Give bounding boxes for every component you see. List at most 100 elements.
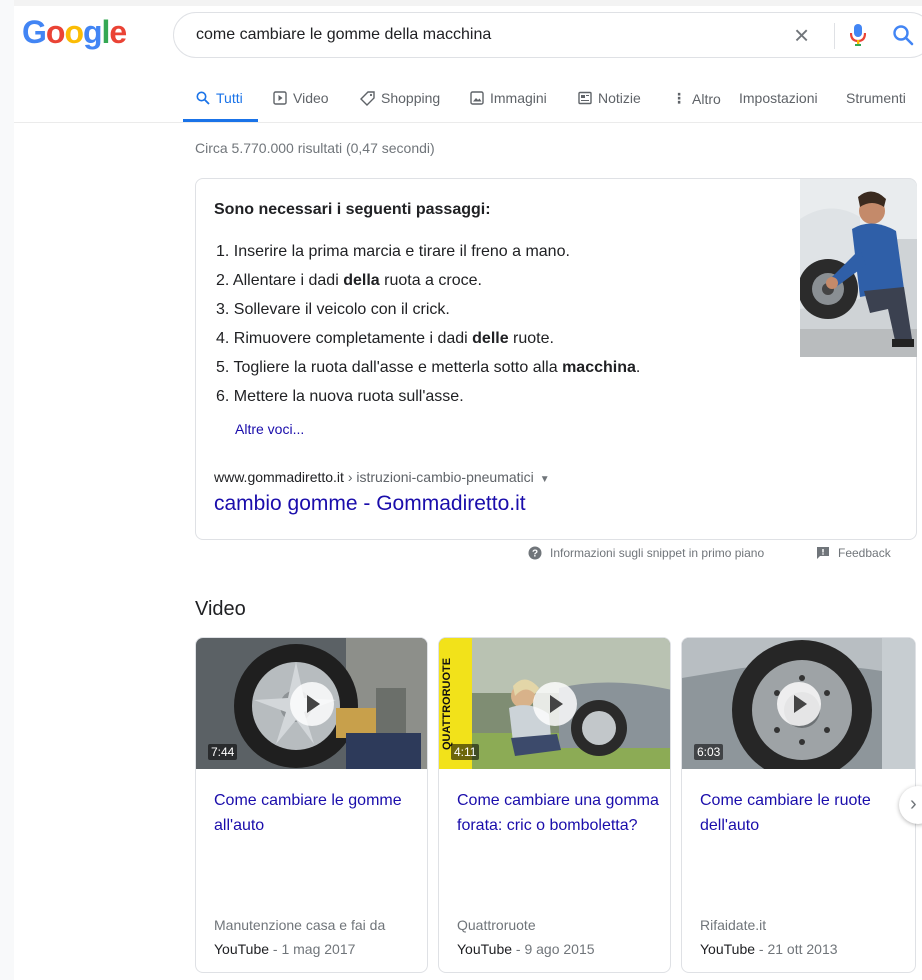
step-number: 3. xyxy=(216,301,230,318)
video-source-name: YouTube xyxy=(457,941,513,957)
google-logo[interactable]: Google xyxy=(22,14,127,51)
tab-notizie[interactable]: Notizie xyxy=(578,90,641,106)
tab-label: Impostazioni xyxy=(739,90,818,106)
logo-letter: l xyxy=(101,14,111,50)
tab-shopping[interactable]: Shopping xyxy=(360,90,440,106)
step-text: Rimuovere completamente i dadi xyxy=(233,330,473,347)
video-title-link[interactable]: Come cambiare le gomme all'auto xyxy=(214,788,419,838)
left-margin xyxy=(0,0,14,980)
tab-label: Video xyxy=(293,90,329,106)
tag-icon xyxy=(360,90,375,106)
tab-altro[interactable]: ⋮ Altro xyxy=(672,90,721,107)
step-number: 5. xyxy=(216,359,230,376)
tab-label: Shopping xyxy=(381,90,441,106)
video-source: YouTube - 9 ago 2015 xyxy=(457,941,595,957)
step-number: 6. xyxy=(216,388,230,405)
video-card[interactable]: 7:44 Come cambiare le gomme all'auto Man… xyxy=(195,637,428,973)
snippet-heading: Sono necessari i seguenti passaggi: xyxy=(214,201,491,218)
close-icon[interactable]: × xyxy=(794,22,809,48)
search-box[interactable]: come cambiare le gomme della macchina × xyxy=(173,12,922,58)
list-item: 4. Rimuovere completamente i dadi delle … xyxy=(216,324,640,353)
tab-video[interactable]: Video xyxy=(273,90,329,106)
video-channel: Quattroruote xyxy=(457,917,536,933)
step-text: Sollevare il veicolo con il crick. xyxy=(233,301,450,318)
play-icon[interactable] xyxy=(532,681,577,726)
microphone-icon[interactable] xyxy=(849,23,867,52)
step-text: ruote. xyxy=(508,330,554,347)
video-channel: Rifaidate.it xyxy=(700,917,767,933)
snippet-steps: 1. Inserire la prima marcia e tirare il … xyxy=(216,237,640,411)
image-icon xyxy=(470,91,484,105)
play-icon[interactable] xyxy=(776,681,821,726)
step-text: Mettere la nuova ruota sull'asse. xyxy=(233,388,464,405)
tab-impostazioni[interactable]: Impostazioni xyxy=(739,90,818,106)
divider xyxy=(834,23,835,49)
feedback-icon xyxy=(817,547,829,559)
video-duration: 6:03 xyxy=(694,744,724,760)
tabs-divider xyxy=(14,122,922,123)
featured-snippet: Sono necessari i seguenti passaggi: 1. I… xyxy=(195,178,917,540)
video-source: YouTube - 1 mag 2017 xyxy=(214,941,355,957)
step-text: Togliere la ruota dall'asse e metterla s… xyxy=(233,359,563,376)
tab-immagini[interactable]: Immagini xyxy=(470,90,547,106)
video-date: - 1 mag 2017 xyxy=(269,941,356,957)
svg-text:?: ? xyxy=(532,549,538,560)
video-source: YouTube - 21 ott 2013 xyxy=(700,941,838,957)
logo-letter: G xyxy=(22,14,47,50)
video-title-link[interactable]: Come cambiare le ruote dell'auto xyxy=(700,788,905,838)
more-items-link[interactable]: Altre voci... xyxy=(235,421,304,437)
video-duration: 7:44 xyxy=(208,744,238,760)
list-item: 2. Allentare i dadi della ruota a croce. xyxy=(216,266,640,295)
caret-down-icon[interactable]: ▼ xyxy=(540,474,550,485)
logo-letter: o xyxy=(64,14,84,50)
tab-label: Notizie xyxy=(598,90,641,106)
step-text: . xyxy=(635,359,641,376)
cite-path: › istruzioni-cambio-pneumatici xyxy=(343,469,534,485)
step-text: Inserire la prima marcia e tirare il fre… xyxy=(233,243,570,260)
video-thumbnail[interactable]: 7:44 xyxy=(196,638,427,769)
list-item: 5. Togliere la ruota dall'asse e metterl… xyxy=(216,353,640,382)
video-duration: 4:11 xyxy=(451,744,480,760)
search-icon xyxy=(196,91,210,105)
video-section-heading: Video xyxy=(195,598,246,620)
tab-tutti[interactable]: Tutti xyxy=(196,90,243,106)
snippet-cite[interactable]: www.gommadiretto.it › istruzioni-cambio-… xyxy=(214,469,550,485)
list-item: 6. Mettere la nuova ruota sull'asse. xyxy=(216,382,640,411)
news-icon xyxy=(578,91,592,105)
logo-letter: g xyxy=(82,14,103,50)
video-source-name: YouTube xyxy=(700,941,756,957)
video-thumbnail[interactable]: QUATTRORUOTE 4:11 xyxy=(439,638,670,769)
video-thumbnail[interactable]: 6:03 xyxy=(682,638,915,769)
video-card[interactable]: QUATTRORUOTE 4:11 Come cambiare una gomm… xyxy=(438,637,671,973)
search-icon[interactable] xyxy=(892,24,914,51)
play-icon[interactable] xyxy=(289,681,334,726)
tab-strumenti[interactable]: Strumenti xyxy=(846,90,906,106)
logo-letter: e xyxy=(109,14,127,50)
video-date: - 9 ago 2015 xyxy=(512,941,595,957)
tab-label: Immagini xyxy=(490,90,547,106)
step-number: 2. xyxy=(216,272,230,289)
help-icon: ? xyxy=(528,546,542,560)
feedback-link[interactable]: Feedback xyxy=(816,546,891,560)
search-input[interactable]: come cambiare le gomme della macchina xyxy=(196,26,491,44)
step-bold: della xyxy=(343,272,380,289)
snippet-info-link[interactable]: ? Informazioni sugli snippet in primo pi… xyxy=(528,546,764,560)
feedback-label: Feedback xyxy=(838,546,891,560)
step-number: 4. xyxy=(216,330,230,347)
step-text: Allentare i dadi xyxy=(232,272,344,289)
logo-letter: o xyxy=(45,14,66,50)
step-text: ruota a croce. xyxy=(379,272,482,289)
video-channel: Manutenzione casa e fai da xyxy=(214,917,386,933)
video-date: - 21 ott 2013 xyxy=(755,941,838,957)
snippet-title-link[interactable]: cambio gomme - Gommadiretto.it xyxy=(214,492,526,516)
video-title-link[interactable]: Come cambiare una gomma forata: cric o b… xyxy=(457,788,662,838)
snippet-image[interactable] xyxy=(800,179,917,357)
tab-label: Strumenti xyxy=(846,90,906,106)
tab-label: Altro xyxy=(692,90,721,107)
list-item: 1. Inserire la prima marcia e tirare il … xyxy=(216,237,640,266)
video-source-name: YouTube xyxy=(214,941,270,957)
tab-label: Tutti xyxy=(216,90,243,106)
top-strip xyxy=(0,0,922,6)
snippet-info-label: Informazioni sugli snippet in primo pian… xyxy=(550,546,765,560)
video-card[interactable]: 6:03 Come cambiare le ruote dell'auto Ri… xyxy=(681,637,916,973)
